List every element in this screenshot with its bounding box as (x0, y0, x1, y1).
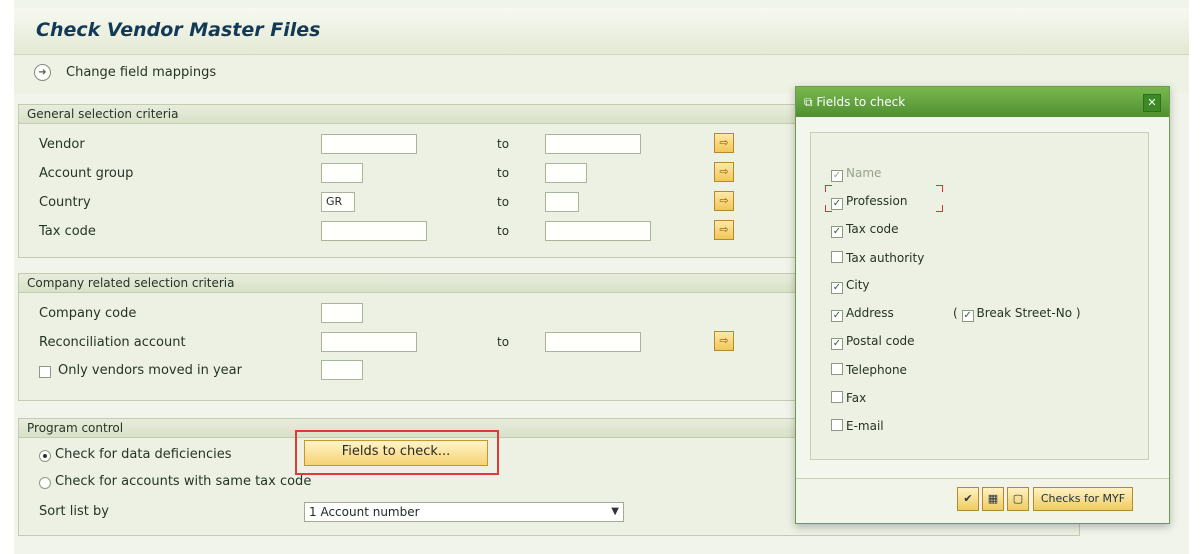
country-to-label: to (497, 195, 510, 209)
field-item-profession[interactable]: ✓ Profession (831, 194, 908, 210)
reconciliation-account-label: Reconciliation account (39, 335, 186, 350)
field-item-name[interactable]: ✓ Name (831, 166, 882, 182)
field-item-telephone[interactable]: Telephone (831, 362, 907, 377)
city-checkbox[interactable]: ✓ (831, 282, 843, 294)
reconciliation-multiple-selection-icon[interactable]: ⇨ (714, 331, 734, 351)
postal-code-checkbox[interactable]: ✓ (831, 338, 843, 350)
field-item-fax[interactable]: Fax (831, 390, 866, 405)
deselect-all-icon[interactable]: ▢ (1007, 487, 1029, 511)
break-street-no-group: ( ✓ Break Street-No ) (953, 306, 1081, 322)
execute-icon[interactable]: ➜ (34, 64, 51, 81)
dialog-window-icon: ⧉ (804, 95, 813, 109)
vendor-label: Vendor (39, 137, 85, 152)
city-label: City (846, 278, 870, 292)
country-from-input[interactable]: GR (321, 192, 355, 212)
account-group-to-label: to (497, 166, 510, 180)
vendor-multiple-selection-icon[interactable]: ⇨ (714, 133, 734, 153)
only-vendors-moved-checkbox[interactable] (39, 366, 51, 378)
focus-corner (825, 185, 832, 192)
field-item-email[interactable]: E-mail (831, 418, 884, 433)
check-deficiencies-label: Check for data deficiencies (55, 447, 232, 462)
tax-code-label-dialog: Tax code (846, 222, 899, 236)
profession-checkbox[interactable]: ✓ (831, 198, 843, 210)
select-all-icon[interactable]: ▦ (982, 487, 1004, 511)
break-open-paren: ( (953, 306, 958, 320)
field-item-postal-code[interactable]: ✓ Postal code (831, 334, 915, 350)
field-item-city[interactable]: ✓ City (831, 278, 870, 294)
name-checkbox[interactable]: ✓ (831, 170, 843, 182)
name-label: Name (846, 166, 882, 180)
page-title: Check Vendor Master Files (36, 19, 321, 41)
field-item-address[interactable]: ✓ Address (831, 306, 894, 322)
highlight-box (295, 430, 499, 475)
country-multiple-selection-icon[interactable]: ⇨ (714, 191, 734, 211)
email-checkbox[interactable] (831, 419, 843, 431)
break-street-no-label: Break Street-No (976, 306, 1073, 320)
same-tax-code-label: Check for accounts with same tax code (55, 474, 312, 489)
only-vendors-moved-label: Only vendors moved in year (58, 363, 242, 378)
account-group-label: Account group (39, 166, 134, 181)
country-to-input[interactable] (545, 192, 579, 212)
reconciliation-to-label: to (497, 335, 510, 349)
fields-to-check-dialog: ⧉ Fields to check ✕ ✓ Name ✓ Profession ✓ T… (795, 86, 1170, 524)
dialog-title: Fields to check (816, 95, 906, 109)
company-code-label: Company code (39, 306, 137, 321)
tax-code-multiple-selection-icon[interactable]: ⇨ (714, 220, 734, 240)
field-item-tax-authority[interactable]: Tax authority (831, 250, 924, 265)
dialog-title-bar: ⧉ Fields to check ✕ (796, 87, 1169, 117)
confirm-check-icon[interactable]: ✔ (957, 487, 979, 511)
sort-list-select[interactable]: 1 Account number ▼ (304, 502, 624, 522)
tax-code-to-input[interactable] (545, 221, 651, 241)
vendor-to-label: to (497, 137, 510, 151)
account-group-from-input[interactable] (321, 163, 363, 183)
same-tax-code-radio[interactable] (39, 477, 51, 489)
country-label: Country (39, 195, 91, 210)
year-input[interactable] (321, 360, 363, 380)
focus-corner (825, 205, 832, 212)
fax-checkbox[interactable] (831, 391, 843, 403)
dialog-field-list: ✓ Name ✓ Profession ✓ Tax code Tax authorit… (810, 132, 1149, 460)
check-deficiencies-radio[interactable] (39, 450, 51, 462)
break-close-paren: ) (1075, 306, 1081, 320)
change-field-mappings-button[interactable]: Change field mappings (66, 65, 216, 80)
break-street-no-checkbox[interactable]: ✓ (961, 310, 974, 322)
sort-list-value: 1 Account number (309, 505, 420, 519)
address-label: Address (846, 306, 894, 320)
vendor-to-input[interactable] (545, 134, 641, 154)
email-label: E-mail (846, 419, 884, 433)
postal-code-label: Postal code (846, 334, 915, 348)
focus-corner (936, 205, 943, 212)
tax-authority-label: Tax authority (846, 251, 925, 265)
address-checkbox[interactable]: ✓ (831, 310, 843, 322)
tax-code-to-label: to (497, 224, 510, 238)
tax-code-label: Tax code (39, 224, 96, 239)
dialog-footer: ✔ ▦ ▢ Checks for MYF (796, 478, 1169, 523)
company-code-input[interactable] (321, 303, 363, 323)
account-group-to-input[interactable] (545, 163, 587, 183)
tax-code-from-input[interactable] (321, 221, 427, 241)
checks-for-myf-button[interactable]: Checks for MYF (1033, 487, 1133, 511)
title-bar: Check Vendor Master Files (14, 8, 1189, 55)
reconciliation-account-from-input[interactable] (321, 332, 417, 352)
telephone-checkbox[interactable] (831, 363, 843, 375)
vendor-from-input[interactable] (321, 134, 417, 154)
tax-authority-checkbox[interactable] (831, 251, 843, 263)
focus-corner (936, 185, 943, 192)
chevron-down-icon: ▼ (611, 506, 619, 517)
fax-label: Fax (846, 391, 867, 405)
sort-list-label: Sort list by (39, 504, 109, 519)
profession-label: Profession (846, 194, 908, 208)
reconciliation-account-to-input[interactable] (545, 332, 641, 352)
field-item-tax-code[interactable]: ✓ Tax code (831, 222, 899, 238)
account-group-multiple-selection-icon[interactable]: ⇨ (714, 162, 734, 182)
close-icon[interactable]: ✕ (1143, 94, 1161, 112)
tax-code-checkbox[interactable]: ✓ (831, 226, 843, 238)
telephone-label: Telephone (846, 363, 907, 377)
